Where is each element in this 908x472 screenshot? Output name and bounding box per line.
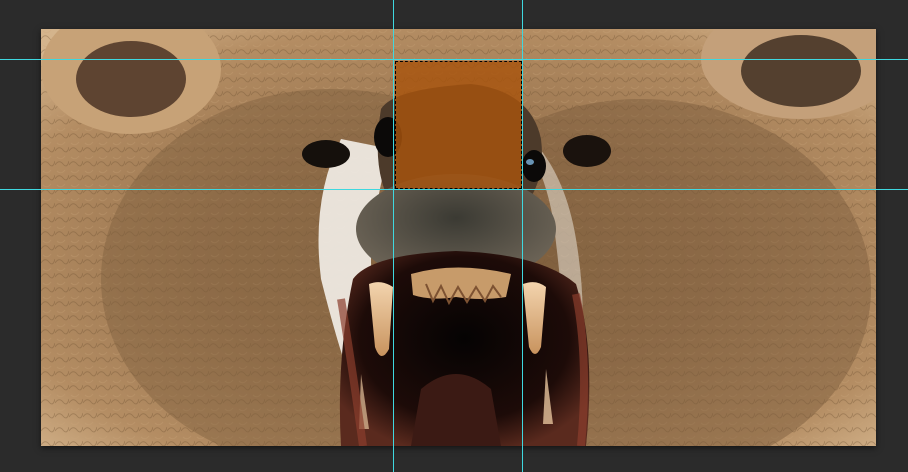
editor-workspace[interactable]	[0, 0, 908, 472]
upper-teeth	[411, 267, 511, 299]
marquee-selection[interactable]	[395, 61, 522, 189]
left-eye	[302, 140, 350, 168]
right-eye	[563, 135, 611, 167]
